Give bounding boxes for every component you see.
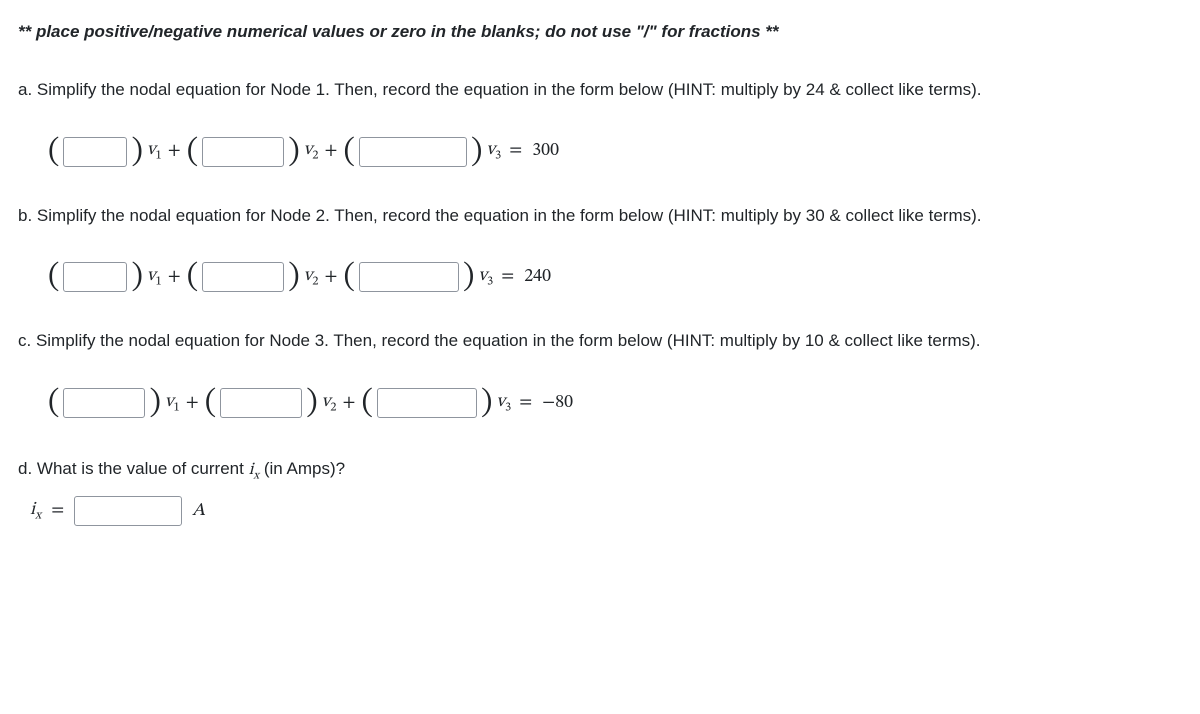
equals: = <box>501 265 514 290</box>
part-d-ix-value[interactable] <box>74 496 182 526</box>
part-b-equation: ( ) v1 + ( ) v2 + ( ) v3 = 240 <box>48 261 1182 293</box>
part-b-coef-v3[interactable] <box>359 262 459 292</box>
part-b-coef-v2[interactable] <box>202 262 284 292</box>
equals: = <box>519 391 532 416</box>
plus: + <box>325 139 338 164</box>
part-a: a. Simplify the nodal equation for Node … <box>18 78 1182 168</box>
part-c-coef-v3[interactable] <box>377 388 477 418</box>
lparen: ( <box>187 261 198 293</box>
part-a-rhs: 300 <box>532 139 559 164</box>
plus: + <box>343 391 356 416</box>
rparen: ) <box>306 387 317 419</box>
lparen: ( <box>362 387 373 419</box>
part-a-equation: ( ) v1 + ( ) v2 + ( ) v3 = 300 <box>48 136 1182 168</box>
part-c-coef-v2[interactable] <box>220 388 302 418</box>
part-a-prompt: a. Simplify the nodal equation for Node … <box>18 78 1182 102</box>
term-v1: v1 <box>147 138 162 164</box>
part-a-coef-v2[interactable] <box>202 137 284 167</box>
lparen: ( <box>344 261 355 293</box>
part-c-equation: ( ) v1 + ( ) v2 + ( ) v3 = −80 <box>48 387 1182 419</box>
plus: + <box>168 265 181 290</box>
plus: + <box>168 139 181 164</box>
lparen: ( <box>48 387 59 419</box>
part-b: b. Simplify the nodal equation for Node … <box>18 204 1182 294</box>
part-c: c. Simplify the nodal equation for Node … <box>18 329 1182 419</box>
equals: = <box>509 139 522 164</box>
term-v3: v3 <box>486 138 501 164</box>
plus: + <box>325 265 338 290</box>
part-a-coef-v1[interactable] <box>63 137 127 167</box>
instruction-text: ** place positive/negative numerical val… <box>18 20 1182 44</box>
part-b-coef-v1[interactable] <box>63 262 127 292</box>
lparen: ( <box>48 136 59 168</box>
part-a-coef-v3[interactable] <box>359 137 467 167</box>
term-v2: v2 <box>304 264 319 290</box>
term-v2: v2 <box>304 138 319 164</box>
part-d-answer: ix = A <box>30 496 1182 526</box>
rparen: ) <box>288 136 299 168</box>
unit-amp: A <box>192 499 205 524</box>
term-v3: v3 <box>478 264 493 290</box>
rparen: ) <box>288 261 299 293</box>
part-c-rhs: −80 <box>542 391 573 416</box>
rparen: ) <box>149 387 160 419</box>
lparen: ( <box>187 136 198 168</box>
part-d: d. What is the value of current ix (in A… <box>18 457 1182 526</box>
term-v1: v1 <box>165 390 180 416</box>
equals: = <box>51 499 64 524</box>
term-v2: v2 <box>322 390 337 416</box>
plus: + <box>186 391 199 416</box>
term-v1: v1 <box>147 264 162 290</box>
rparen: ) <box>463 261 474 293</box>
rparen: ) <box>481 387 492 419</box>
rparen: ) <box>131 136 142 168</box>
lparen: ( <box>344 136 355 168</box>
lparen: ( <box>205 387 216 419</box>
term-v3: v3 <box>496 390 511 416</box>
ix-label: ix <box>30 498 41 524</box>
part-d-prompt: d. What is the value of current ix (in A… <box>18 457 1182 484</box>
part-b-prompt: b. Simplify the nodal equation for Node … <box>18 204 1182 228</box>
part-c-coef-v1[interactable] <box>63 388 145 418</box>
part-b-rhs: 240 <box>524 265 551 290</box>
lparen: ( <box>48 261 59 293</box>
rparen: ) <box>471 136 482 168</box>
rparen: ) <box>131 261 142 293</box>
part-c-prompt: c. Simplify the nodal equation for Node … <box>18 329 1182 353</box>
